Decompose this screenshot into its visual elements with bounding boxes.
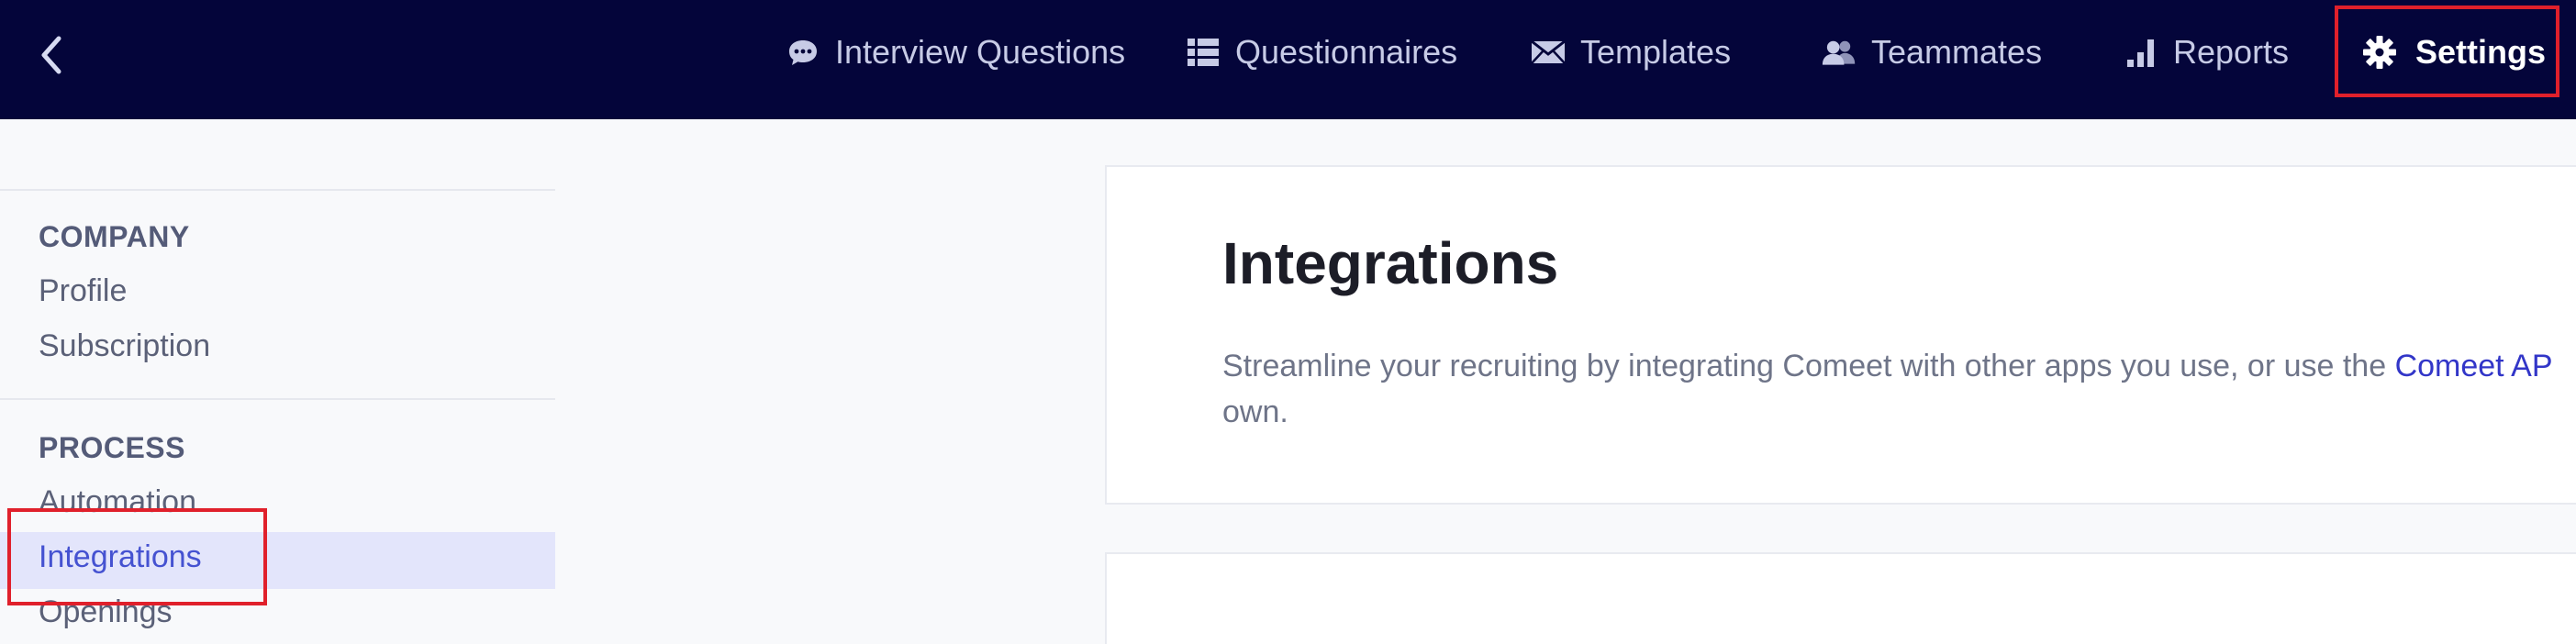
chevron-left-icon [41,36,61,74]
nav-teammates[interactable]: Teammates [1822,0,2042,105]
integrations-list-card [1105,552,2576,644]
nav-label: Interview Questions [835,33,1126,71]
sidebar-item-profile[interactable]: Profile [39,273,127,309]
comeet-api-link[interactable]: Comeet AP [2395,349,2553,383]
sidebar-divider [0,189,555,191]
sidebar-item-subscription[interactable]: Subscription [39,328,210,364]
sidebar-section-company: COMPANY [39,220,190,253]
sidebar-divider [0,398,555,400]
description-text: Streamline your recruiting by integratin… [1222,349,2395,383]
nav-reports[interactable]: Reports [2124,0,2289,105]
nav-label: Reports [2173,33,2290,71]
top-navigation-bar: Interview Questions Questionnaires Templ… [0,0,2576,119]
nav-label: Templates [1580,33,1732,71]
nav-templates[interactable]: Templates [1531,0,1731,105]
nav-label: Settings [2415,33,2547,71]
nav-settings[interactable]: Settings [2362,0,2546,105]
sidebar-item-openings[interactable]: Openings [39,594,173,630]
chat-bubble-icon [786,35,820,70]
integrations-header-card: Integrations Streamline your recruiting … [1105,165,2576,505]
nav-label: Questionnaires [1235,33,1458,71]
list-icon [1186,35,1221,70]
nav-questionnaires[interactable]: Questionnaires [1186,0,1457,105]
bar-chart-icon [2124,35,2158,70]
settings-sidebar: COMPANY Profile Subscription PROCESS Aut… [0,119,555,634]
gear-icon [2362,35,2397,70]
sidebar-item-automation[interactable]: Automation [39,484,196,520]
back-button[interactable] [26,28,77,83]
nav-label: Teammates [1871,33,2043,71]
description-text-end: own. [1222,394,1288,429]
sidebar-section-process: PROCESS [39,431,185,464]
users-icon [1822,35,1857,70]
page-title: Integrations [1222,230,1559,296]
nav-interview-questions[interactable]: Interview Questions [786,0,1125,105]
envelope-icon [1531,35,1566,70]
sidebar-item-integrations[interactable]: Integrations [39,539,202,575]
page-description: Streamline your recruiting by integratin… [1222,343,2576,435]
